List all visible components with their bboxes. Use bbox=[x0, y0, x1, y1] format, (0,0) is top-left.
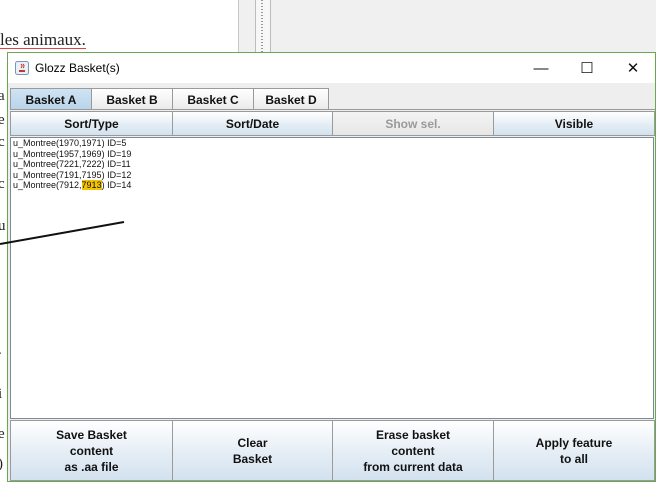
java-app-icon bbox=[15, 61, 29, 75]
window-title: Glozz Basket(s) bbox=[35, 61, 120, 75]
list-item[interactable]: u_Montree(1957,1969) ID=19 bbox=[11, 149, 653, 160]
save-basket-button[interactable]: Save Basket content as .aa file bbox=[10, 420, 173, 481]
margin-char: a bbox=[0, 88, 5, 104]
list-item[interactable]: u_Montree(7912,7913) ID=14 bbox=[11, 180, 653, 191]
sort-toolbar: Sort/Type Sort/Date Show sel. Visible bbox=[10, 111, 655, 136]
highlighted-text: 7913 bbox=[81, 180, 102, 190]
title-bar[interactable]: Glozz Basket(s) — ☐ ✕ bbox=[8, 53, 655, 83]
margin-char: c bbox=[0, 134, 5, 150]
margin-char: e bbox=[0, 426, 5, 442]
margin-char: i bbox=[0, 386, 3, 402]
maximize-button[interactable]: ☐ bbox=[564, 53, 610, 83]
background-heading-text: les animaux. bbox=[0, 30, 86, 49]
list-item-text: u_Montree(7221,7222) ID=11 bbox=[13, 159, 131, 169]
margin-char: . bbox=[0, 342, 2, 359]
basket-tabs: Basket A Basket B Basket C Basket D bbox=[10, 88, 329, 110]
basket-list[interactable]: u_Montree(1970,1971) ID=5 u_Montree(1957… bbox=[10, 137, 654, 419]
margin-char: e bbox=[0, 112, 5, 128]
list-item[interactable]: u_Montree(7191,7195) ID=12 bbox=[11, 170, 653, 181]
tab-basket-a[interactable]: Basket A bbox=[10, 88, 92, 110]
tab-basket-d[interactable]: Basket D bbox=[253, 88, 329, 110]
list-item-text: u_Montree(7912, bbox=[13, 180, 82, 190]
tab-basket-b[interactable]: Basket B bbox=[91, 88, 173, 110]
list-item-text: u_Montree(7191,7195) ID=12 bbox=[13, 169, 132, 180]
action-toolbar: Save Basket content as .aa file Clear Ba… bbox=[10, 420, 655, 481]
background-splitter[interactable] bbox=[255, 0, 271, 52]
minimize-button[interactable]: — bbox=[518, 53, 564, 83]
tab-divider bbox=[10, 109, 655, 110]
sort-date-button[interactable]: Sort/Date bbox=[172, 111, 333, 136]
window-content: Basket A Basket B Basket C Basket D Sort… bbox=[8, 83, 655, 481]
show-selection-button[interactable]: Show sel. bbox=[332, 111, 494, 136]
erase-basket-button[interactable]: Erase basket content from current data bbox=[332, 420, 494, 481]
clear-basket-button[interactable]: Clear Basket bbox=[172, 420, 333, 481]
sort-type-button[interactable]: Sort/Type bbox=[10, 111, 173, 136]
margin-char: ) bbox=[0, 456, 3, 473]
tab-basket-c[interactable]: Basket C bbox=[172, 88, 254, 110]
list-item[interactable]: u_Montree(1970,1971) ID=5 bbox=[11, 138, 653, 149]
background-panel bbox=[238, 0, 656, 52]
margin-char: u bbox=[0, 218, 6, 234]
close-button[interactable]: ✕ bbox=[610, 53, 656, 83]
list-item-text: u_Montree(1957,1969) ID=19 bbox=[13, 148, 132, 159]
margin-char: c bbox=[0, 176, 5, 192]
list-item-text: u_Montree(1970,1971) ID=5 bbox=[13, 138, 127, 148]
list-item-text: ) ID=14 bbox=[101, 180, 132, 190]
visible-button[interactable]: Visible bbox=[493, 111, 655, 136]
glozz-basket-window: Glozz Basket(s) — ☐ ✕ Basket A Basket B … bbox=[7, 52, 656, 482]
apply-feature-button[interactable]: Apply feature to all bbox=[493, 420, 655, 481]
list-item[interactable]: u_Montree(7221,7222) ID=11 bbox=[11, 159, 653, 170]
